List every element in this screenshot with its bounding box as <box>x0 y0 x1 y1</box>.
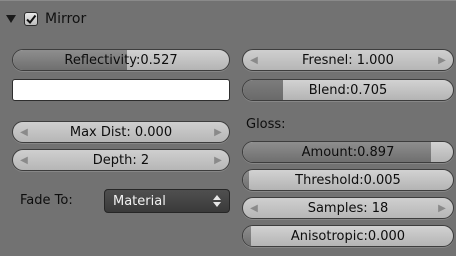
updown-caret-icon <box>213 193 221 209</box>
gloss-heading: Gloss: <box>246 117 286 132</box>
increment-arrow-icon[interactable]: ▶ <box>435 50 449 70</box>
depth-field[interactable]: ◀ Depth: 2 ▶ <box>12 149 230 171</box>
max-dist-label: Max Dist: 0.000 <box>69 124 173 140</box>
fresnel-field[interactable]: ◀ Fresnel: 1.000 ▶ <box>242 49 454 71</box>
depth-label: Depth: 2 <box>92 152 150 168</box>
gloss-anisotropic-label: Anisotropic:0.000 <box>290 228 406 244</box>
panel-title: Mirror <box>45 11 87 27</box>
mirror-color-swatch[interactable] <box>12 79 230 101</box>
fade-to-select[interactable]: Material <box>104 189 230 213</box>
fade-to-label: Fade To: <box>20 193 73 208</box>
gloss-amount-label: Amount:0.897 <box>301 144 395 160</box>
checkmark-icon <box>26 14 37 25</box>
reflectivity-slider[interactable]: Reflectivity:0.527 <box>12 49 230 71</box>
mirror-enable-checkbox[interactable] <box>24 12 38 26</box>
blend-slider[interactable]: Blend:0.705 <box>242 79 454 101</box>
gloss-amount-slider[interactable]: Amount:0.897 <box>242 141 454 163</box>
increment-arrow-icon[interactable]: ▶ <box>211 150 225 170</box>
increment-arrow-icon[interactable]: ▶ <box>211 122 225 142</box>
gloss-threshold-label: Threshold:0.005 <box>295 172 401 188</box>
gloss-samples-label: Samples: 18 <box>307 200 389 216</box>
blend-label: Blend:0.705 <box>308 82 388 98</box>
max-dist-field[interactable]: ◀ Max Dist: 0.000 ▶ <box>12 121 230 143</box>
fresnel-label: Fresnel: 1.000 <box>302 52 394 68</box>
gloss-samples-field[interactable]: ◀ Samples: 18 ▶ <box>242 197 454 219</box>
mirror-panel: Mirror Reflectivity:0.527 ◀ Max Dist: 0.… <box>0 0 456 256</box>
collapse-triangle-icon[interactable] <box>6 15 16 23</box>
fade-to-value: Material <box>113 193 166 209</box>
gloss-anisotropic-slider[interactable]: Anisotropic:0.000 <box>242 225 454 247</box>
increment-arrow-icon[interactable]: ▶ <box>435 198 449 218</box>
gloss-threshold-slider[interactable]: Threshold:0.005 <box>242 169 454 191</box>
reflectivity-label: Reflectivity:0.527 <box>64 52 178 68</box>
panel-header[interactable]: Mirror <box>6 7 86 31</box>
